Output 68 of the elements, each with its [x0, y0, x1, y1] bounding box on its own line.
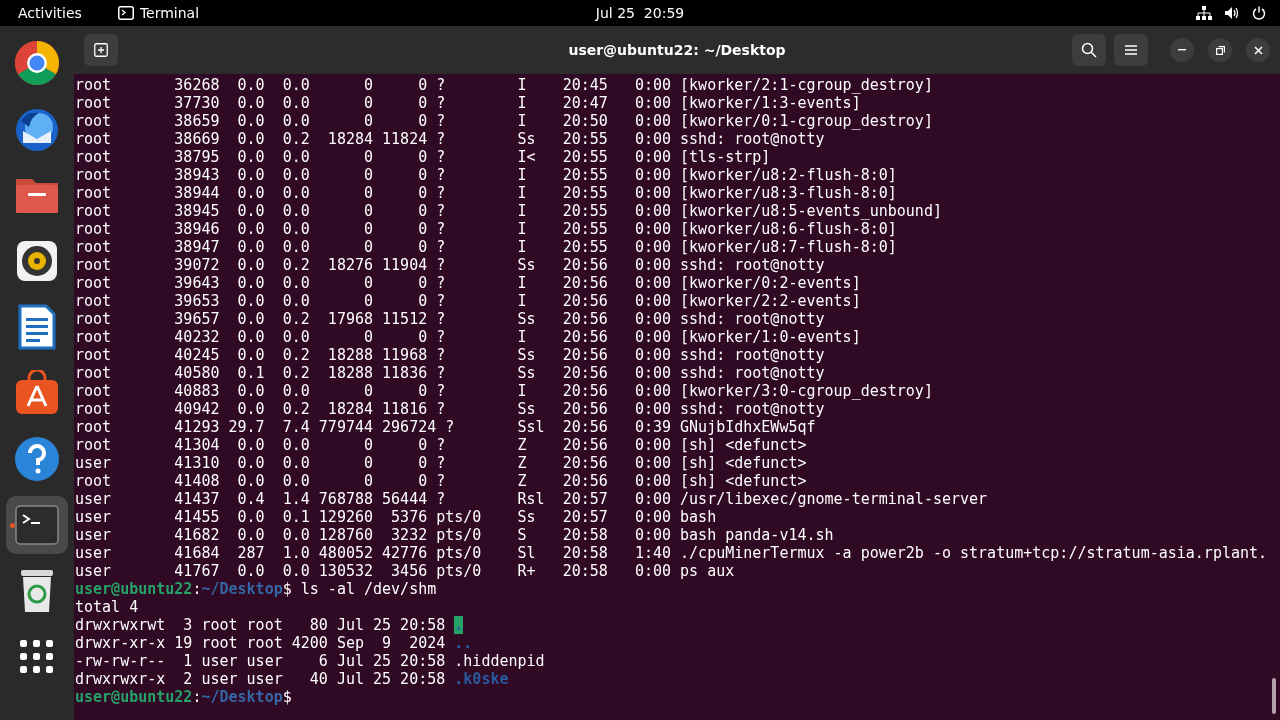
terminal-line: root 40942 0.0 0.2 18284 11816 ? Ss 20:56 0:00 sshd: root@notty [75, 400, 825, 418]
app-grid-icon [20, 640, 54, 674]
maximize-button[interactable] [1208, 38, 1232, 62]
window-title: user@ubuntu22: ~/Desktop [568, 42, 786, 58]
terminal-line: root 38944 0.0 0.0 0 0 ? I 20:55 0:00 [kworker/u8:3-flush-8:0] [75, 184, 897, 202]
terminal-line: root 39653 0.0 0.0 0 0 ? I 20:56 0:00 [kworker/2:2-events] [75, 292, 861, 310]
minimize-button[interactable] [1170, 38, 1194, 62]
terminal-line: root 36268 0.0 0.0 0 0 ? I 20:45 0:00 [kworker/2:1-cgroup_destroy] [75, 76, 933, 94]
volume-icon[interactable] [1224, 6, 1240, 20]
document-icon [18, 304, 56, 350]
terminal-line: root 40232 0.0 0.0 0 0 ? I 20:56 0:00 [kworker/1:0-events] [75, 328, 861, 346]
terminal-line: root 38669 0.0 0.2 18284 11824 ? Ss 20:55 0:00 sshd: root@notty [75, 130, 825, 148]
recycle-bin-icon [18, 568, 56, 614]
file-name: .hiddenpid [454, 652, 545, 670]
close-button[interactable] [1246, 38, 1270, 62]
activities-button[interactable]: Activities [18, 5, 82, 21]
terminal-line: root 41408 0.0 0.0 0 0 ? Z 20:56 0:00 [sh] <defunct> [75, 472, 807, 490]
file-name: .k0ske [454, 670, 509, 688]
menu-icon [1125, 45, 1137, 55]
terminal-line: root 38946 0.0 0.0 0 0 ? I 20:55 0:00 [kworker/u8:6-flush-8:0] [75, 220, 897, 238]
help-icon [14, 436, 60, 482]
terminal-line: root 39657 0.0 0.2 17968 11512 ? Ss 20:56 0:00 sshd: root@notty [75, 310, 825, 328]
prompt-line: user@ubuntu22:~/Desktop$ ls -al /dev/shm [75, 580, 437, 598]
chrome-icon [13, 39, 61, 87]
restore-icon [1215, 45, 1225, 55]
new-tab-icon [94, 43, 108, 57]
menu-button[interactable] [1114, 34, 1148, 66]
listing-line: drwxrwxrwt 3 root root 80 Jul 25 20:58 [75, 616, 447, 634]
terminal-line: root 38945 0.0 0.0 0 0 ? I 20:55 0:00 [kworker/u8:5-events_unbound] [75, 202, 942, 220]
new-tab-button[interactable] [84, 34, 118, 66]
terminal-line: user 41310 0.0 0.0 0 0 ? Z 20:56 0:00 [sh] <defunct> [75, 454, 807, 472]
terminal-line: user 41682 0.0 0.0 128760 3232 pts/0 S 20:58 0:00 bash panda-v14.sh [75, 526, 834, 544]
terminal-line: root 39643 0.0 0.0 0 0 ? I 20:56 0:00 [kworker/0:2-events] [75, 274, 861, 292]
terminal-line: root 37730 0.0 0.0 0 0 ? I 20:47 0:00 [kworker/1:3-events] [75, 94, 861, 112]
terminal-line: user 41455 0.0 0.1 129260 5376 pts/0 Ss 20:57 0:00 bash [75, 508, 717, 526]
terminal-line: user 41437 0.4 1.4 768788 56444 ? Rsl 20:57 0:00 /usr/libexec/gnome-terminal-server [75, 490, 988, 508]
minimize-icon [1178, 49, 1186, 51]
shopping-bag-icon [14, 370, 60, 416]
clock[interactable]: Jul 25 20:59 [595, 5, 685, 21]
terminal-line: root 41293 29.7 7.4 779744 296724 ? Ssl 20:56 0:39 GNujbIdhxEWw5qf [75, 418, 816, 436]
network-icon[interactable] [1196, 6, 1212, 20]
power-icon[interactable] [1252, 6, 1266, 20]
app-menu[interactable]: Terminal [139, 5, 200, 21]
terminal-line: root 40245 0.0 0.2 18288 11968 ? Ss 20:56 0:00 sshd: root@notty [75, 346, 825, 364]
terminal-icon [15, 505, 59, 545]
search-icon [1081, 42, 1097, 58]
file-name: . [454, 616, 464, 634]
terminal-line: user 41684 287 1.0 480052 42776 pts/0 Sl 20:58 1:40 ./cpuMinerTermux -a power2b -o stratum+tcp://stratum-asia.rplant. [75, 544, 1268, 562]
search-button[interactable] [1072, 34, 1106, 66]
terminal-line: user 41767 0.0 0.0 130532 3456 pts/0 R+ 20:58 0:00 ps aux [75, 562, 735, 580]
terminal-line: root 38947 0.0 0.0 0 0 ? I 20:55 0:00 [kworker/u8:7-flush-8:0] [75, 238, 897, 256]
listing-line: drwxr-xr-x 19 root root 4200 Sep 9 2024 [75, 634, 447, 652]
scrollbar[interactable] [1272, 678, 1276, 714]
prompt-line: user@ubuntu22:~/Desktop$ [75, 688, 292, 706]
file-name: .. [454, 634, 473, 652]
listing-line: drwxrwxr-x 2 user user 40 Jul 25 20:58 [75, 670, 447, 688]
terminal-line: root 38795 0.0 0.0 0 0 ? I< 20:55 0:00 [tls-strp] [75, 148, 771, 166]
terminal-line: total 4 [75, 598, 139, 616]
terminal-line: root 38659 0.0 0.0 0 0 ? I 20:50 0:00 [kworker/0:1-cgroup_destroy] [75, 112, 933, 130]
terminal-line: root 39072 0.0 0.2 18276 11904 ? Ss 20:56 0:00 sshd: root@notty [75, 256, 825, 274]
listing-line: -rw-rw-r-- 1 user user 6 Jul 25 20:58 [75, 652, 447, 670]
terminal-line: root 40883 0.0 0.0 0 0 ? I 20:56 0:00 [kworker/3:0-cgroup_destroy] [75, 382, 933, 400]
terminal-line: root 41304 0.0 0.0 0 0 ? Z 20:56 0:00 [sh] <defunct> [75, 436, 807, 454]
speaker-icon [16, 240, 58, 282]
terminal-line: root 38943 0.0 0.0 0 0 ? I 20:55 0:00 [kworker/u8:2-flush-8:0] [75, 166, 897, 184]
terminal-line: root 40580 0.1 0.2 18288 11836 ? Ss 20:56 0:00 sshd: root@notty [75, 364, 825, 382]
close-icon [1253, 45, 1263, 55]
terminal-icon [117, 6, 134, 20]
